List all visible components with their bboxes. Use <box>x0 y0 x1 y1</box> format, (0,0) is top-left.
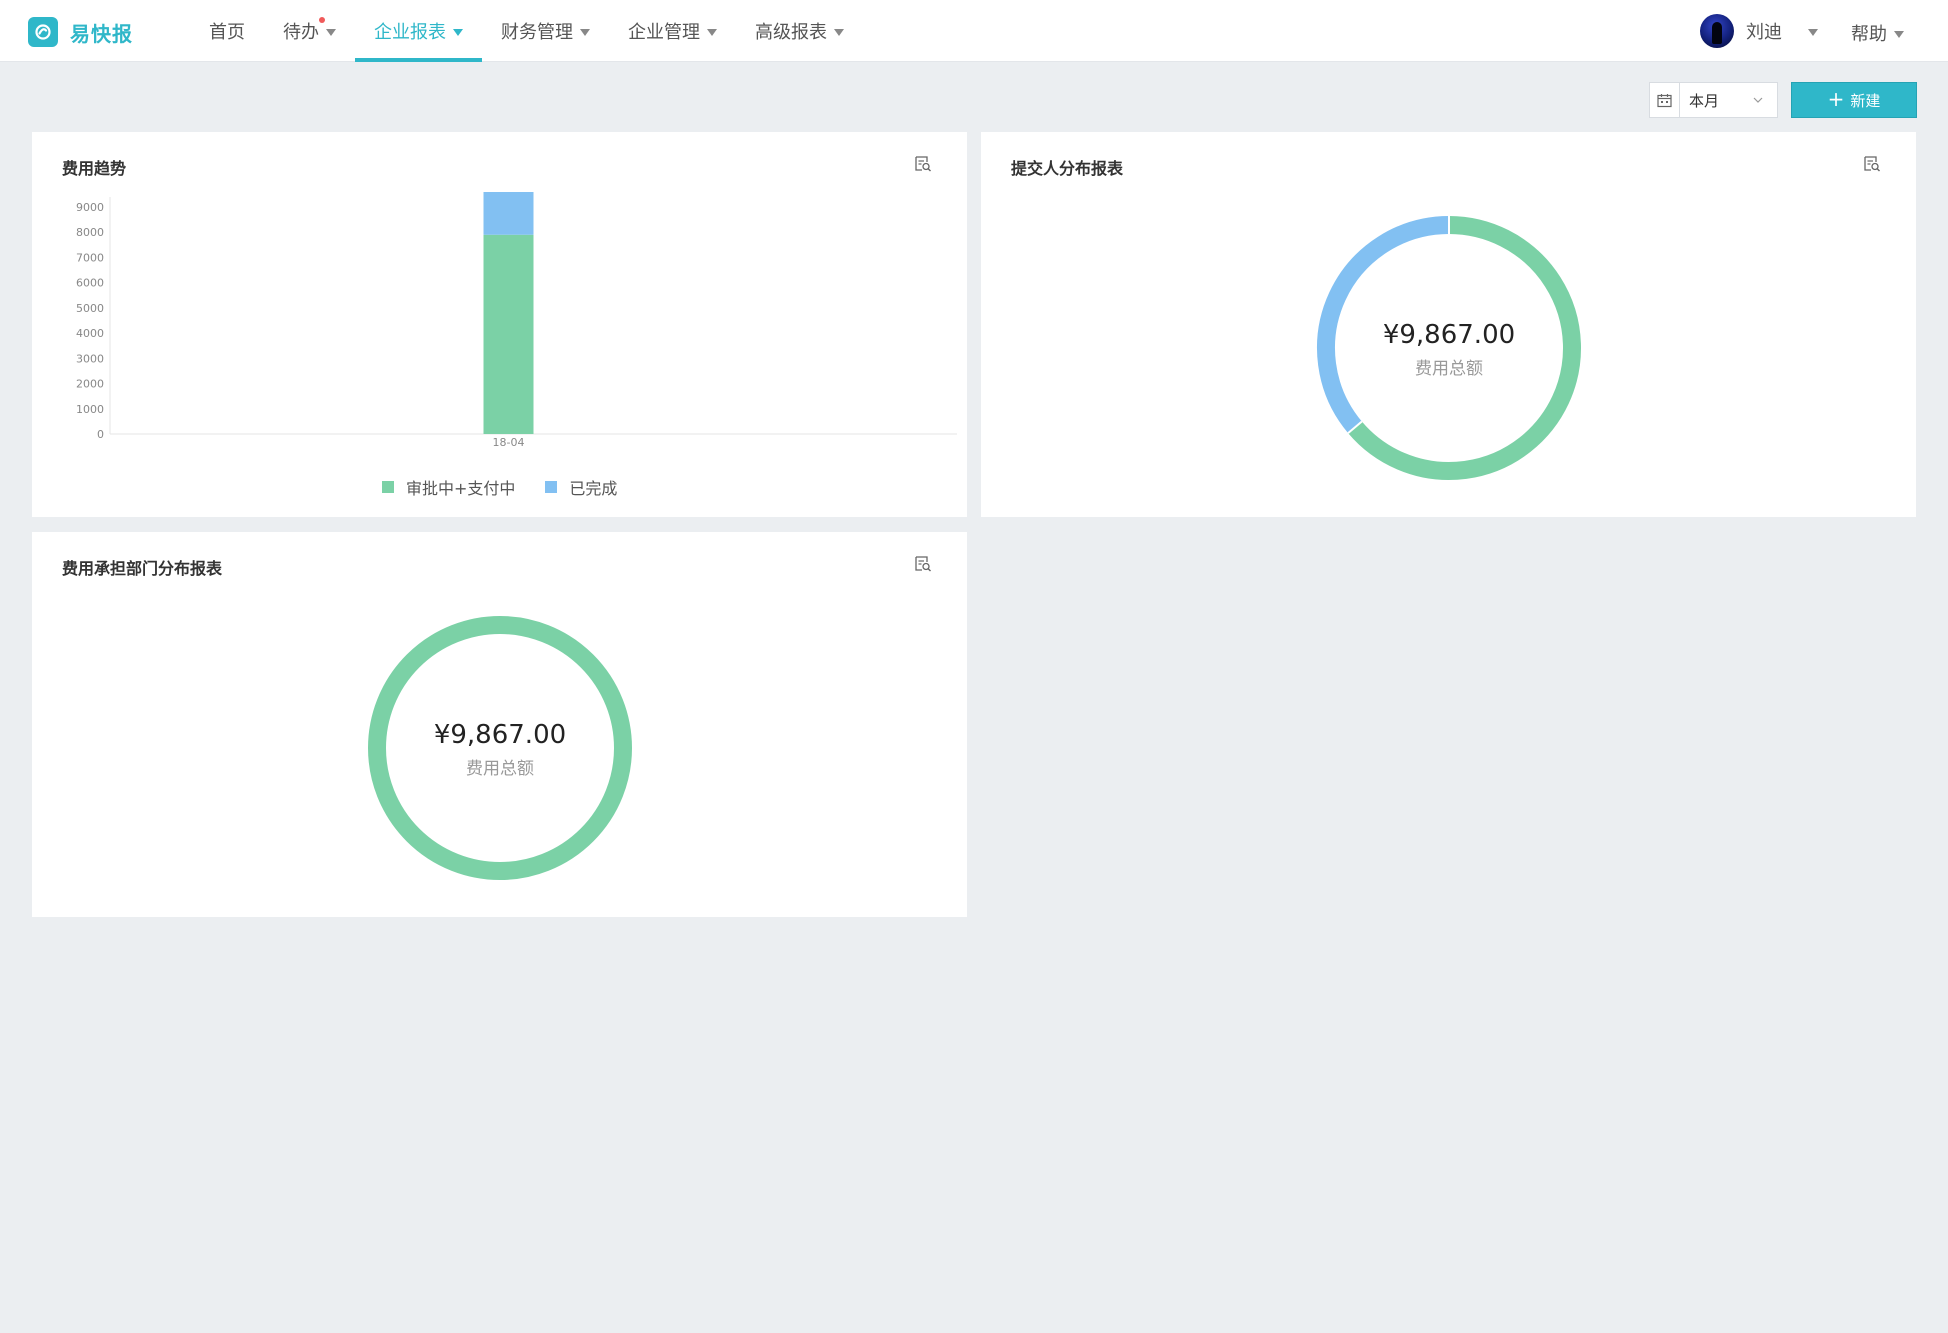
total-caption: 费用总额 <box>1415 359 1483 379</box>
legend-item[interactable]: 审批中+支付中 <box>382 475 515 499</box>
trend-chart: 0 1000 2000 3000 4000 5000 6000 7000 8000 9000 18-… <box>76 192 957 449</box>
nav-item-4[interactable]: 企业管理 <box>609 0 736 62</box>
nav-item-5[interactable]: 高级报表 <box>736 0 863 62</box>
donut-center-label: ¥9,867.00 费用总额 <box>1329 320 1569 379</box>
chevron-down-icon <box>326 28 336 36</box>
bar-segment <box>483 192 534 235</box>
nav-item-label: 企业报表 <box>374 22 446 43</box>
legend-swatch <box>382 481 394 493</box>
chevron-down-icon <box>453 28 463 36</box>
new-button-label: 新建 <box>1850 91 1881 110</box>
total-amount: ¥9,867.00 <box>433 720 567 750</box>
submitter-card: 提交人分布报表 ¥9,867.00 费用总额 <box>981 132 1916 517</box>
department-card: 费用承担部门分布报表 ¥9,867.00 费用总额 <box>32 532 967 917</box>
report-detail-icon[interactable] <box>913 154 933 174</box>
new-button[interactable]: + 新建 <box>1791 82 1917 118</box>
y-tick-label: 6000 <box>76 277 104 290</box>
report-detail-icon[interactable] <box>1862 154 1882 174</box>
app-name: 易快报 <box>70 21 133 46</box>
calendar-icon <box>1650 83 1680 117</box>
user-name: 刘迪 <box>1746 22 1782 43</box>
user-menu[interactable]: 刘迪 <box>1700 14 1818 48</box>
nav-item-2[interactable]: 企业报表 <box>355 0 482 62</box>
main-nav: 首页 待办 企业报表 财务管理 企业管理 高级报表 <box>190 0 863 62</box>
x-tick-label: 18-04 <box>493 436 525 449</box>
date-range-select[interactable]: 本月 <box>1649 82 1778 118</box>
report-detail-icon[interactable] <box>913 554 933 574</box>
chevron-down-icon <box>707 28 717 36</box>
nav-item-label: 高级报表 <box>755 22 827 43</box>
nav-item-label: 待办 <box>283 22 319 43</box>
total-amount: ¥9,867.00 <box>1382 320 1516 350</box>
bar-segment <box>483 234 534 434</box>
nav-item-0[interactable]: 首页 <box>190 0 264 62</box>
y-tick-label: 2000 <box>76 378 104 391</box>
chart-legend: 审批中+支付中 已完成 <box>382 475 647 499</box>
card-title: 费用趋势 <box>62 159 127 178</box>
chevron-down-icon <box>834 28 844 36</box>
y-tick-label: 3000 <box>76 352 104 365</box>
nav-item-label: 企业管理 <box>628 22 700 43</box>
top-navbar: 易快报 首页 待办 企业报表 财务管理 企业管理 高级报表 刘迪 帮助 <box>0 0 1948 62</box>
total-caption: 费用总额 <box>466 759 534 779</box>
y-tick-label: 1000 <box>76 403 104 416</box>
chevron-down-icon <box>580 28 590 36</box>
donut-center-label: ¥9,867.00 费用总额 <box>380 720 620 779</box>
y-tick-label: 0 <box>97 428 104 441</box>
notification-dot <box>319 17 325 23</box>
trend-card: 费用趋势 0 1000 2000 3000 4000 5000 6000 7000 8000 90… <box>32 132 967 517</box>
chevron-down-icon <box>1753 97 1763 103</box>
nav-item-1[interactable]: 待办 <box>264 0 355 62</box>
help-menu[interactable]: 帮助 <box>1851 20 1904 46</box>
chevron-down-icon <box>1808 28 1818 36</box>
card-title: 费用承担部门分布报表 <box>62 559 223 578</box>
chevron-down-icon <box>1894 30 1904 38</box>
y-tick-label: 4000 <box>76 327 104 340</box>
legend-swatch <box>545 481 558 493</box>
date-range-value: 本月 <box>1689 91 1720 110</box>
app-logo[interactable]: 易快报 <box>28 17 133 47</box>
legend-label: 已完成 <box>569 479 618 498</box>
logo-icon <box>28 17 58 47</box>
nav-item-3[interactable]: 财务管理 <box>482 0 609 62</box>
y-tick-label: 5000 <box>76 302 104 315</box>
nav-item-label: 首页 <box>209 22 245 43</box>
legend-label: 审批中+支付中 <box>406 479 516 498</box>
nav-item-label: 财务管理 <box>501 22 573 43</box>
help-label: 帮助 <box>1851 24 1887 45</box>
plus-icon: + <box>1827 87 1845 111</box>
y-tick-label: 9000 <box>76 201 104 214</box>
y-tick-label: 8000 <box>76 226 104 239</box>
card-title: 提交人分布报表 <box>1011 159 1124 178</box>
y-tick-label: 7000 <box>76 251 104 264</box>
legend-item[interactable]: 已完成 <box>545 475 617 499</box>
avatar[interactable] <box>1700 14 1734 48</box>
